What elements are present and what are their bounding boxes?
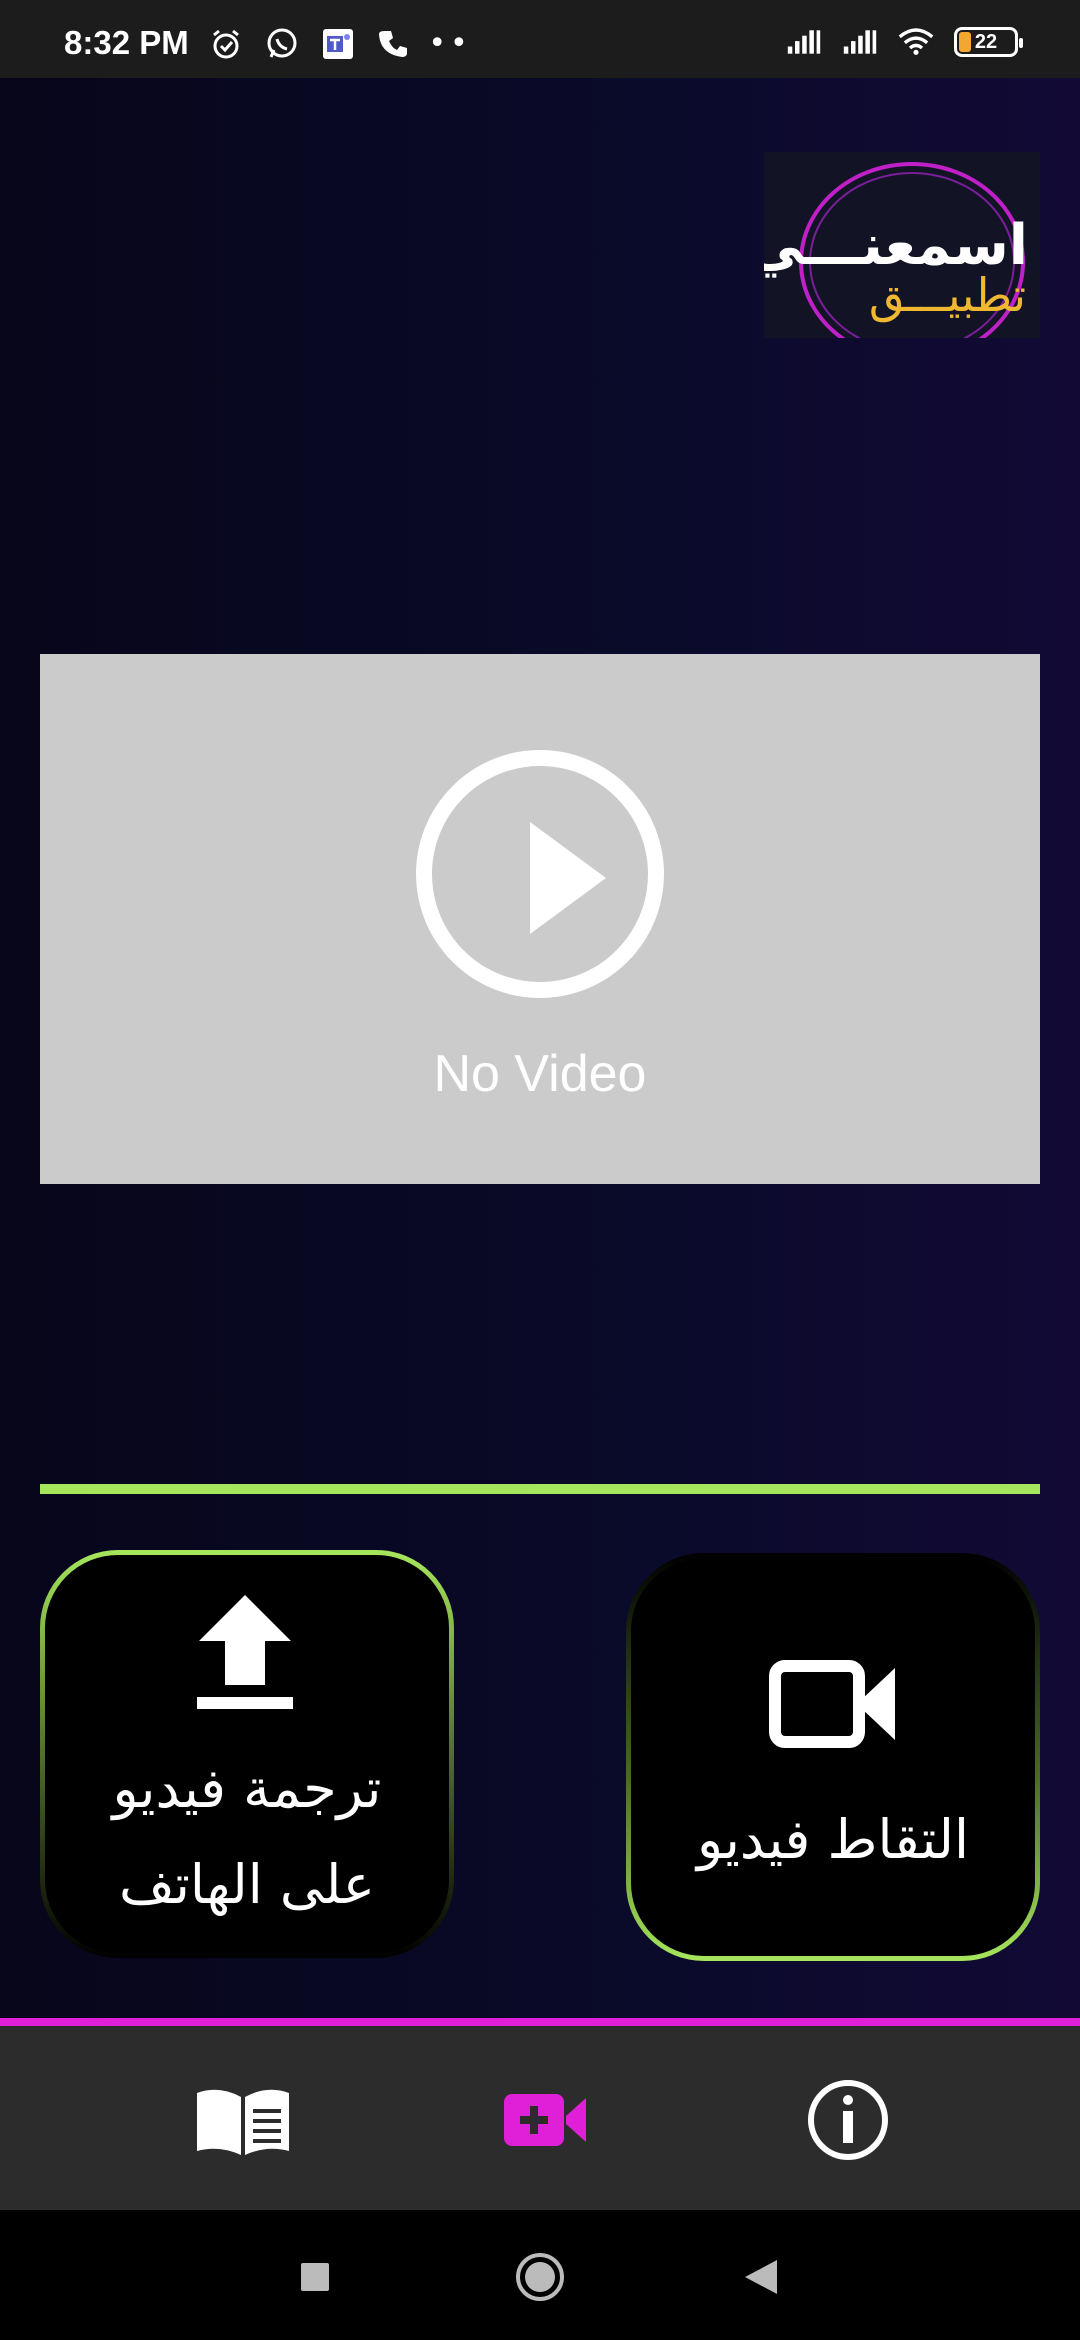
status-time: 8:32 PM — [64, 24, 189, 61]
battery-icon: 22 — [954, 27, 1023, 57]
book-icon[interactable] — [193, 2078, 293, 2162]
back-icon[interactable] — [736, 2252, 786, 2302]
divider-line — [40, 1484, 1040, 1494]
system-nav-bar — [0, 2210, 1080, 2340]
home-icon[interactable] — [515, 2252, 565, 2302]
logo-subtitle: تطبيـــق — [868, 268, 1026, 322]
upload-label-line1: ترجمة فيديو — [112, 1757, 382, 1820]
status-bar: 8:32 PM •• 22 — [0, 0, 1080, 78]
teams-icon — [320, 26, 356, 62]
phone-icon — [376, 26, 412, 62]
signal-icon — [842, 24, 878, 60]
play-icon[interactable] — [416, 750, 664, 998]
upload-label-line2: على الهاتف — [119, 1853, 375, 1916]
upload-icon — [197, 1595, 293, 1709]
alarm-icon — [208, 26, 244, 62]
wifi-icon — [898, 24, 934, 60]
app-logo: اسمعنـــي تطبيـــق — [764, 152, 1040, 338]
bottom-nav — [0, 2026, 1080, 2210]
whatsapp-icon — [264, 26, 300, 62]
capture-video-button[interactable]: التقاط فيديو — [626, 1553, 1040, 1961]
logo-title: اسمعنـــي — [764, 213, 1028, 278]
video-player[interactable]: No Video — [40, 654, 1040, 1184]
recents-icon[interactable] — [290, 2252, 340, 2302]
signal-icon — [786, 24, 822, 60]
more-dots-icon: •• — [428, 26, 472, 61]
video-camera-icon — [769, 1660, 895, 1748]
no-video-label: No Video — [433, 1045, 647, 1103]
capture-label: التقاط فيديو — [696, 1808, 969, 1871]
info-icon[interactable] — [798, 2078, 898, 2162]
add-video-icon[interactable] — [495, 2078, 595, 2162]
notification-icons: •• — [208, 26, 468, 62]
system-status-icons: 22 — [786, 24, 1023, 60]
upload-video-button[interactable]: ترجمة فيديو على الهاتف — [40, 1550, 454, 1958]
nav-divider — [0, 2018, 1080, 2026]
battery-level: 22 — [974, 30, 998, 53]
